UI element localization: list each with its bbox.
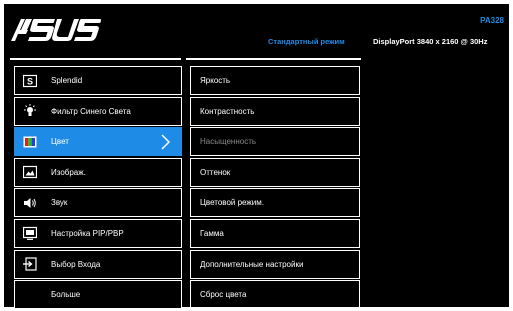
- submenu-item-saturation: Насыщенность: [190, 127, 360, 157]
- submenu-item-brightness[interactable]: Яркость: [190, 66, 360, 95]
- image-icon: [23, 165, 37, 179]
- submenu-item-color-temp[interactable]: Цветовой режим.: [190, 188, 360, 218]
- asus-logo: [11, 19, 101, 41]
- submenu-item-contrast[interactable]: Контрастность: [190, 96, 360, 126]
- menu-item-label: Цвет: [51, 137, 69, 147]
- submenu-item-label: Дополнительные настройки: [200, 259, 304, 269]
- menu-item-label: Splendid: [51, 76, 83, 85]
- speaker-icon: [23, 196, 37, 210]
- chevron-right-icon: [161, 134, 171, 150]
- submenu-item-reset-color[interactable]: Сброс цвета: [190, 280, 360, 310]
- submenu-item-label: Насыщенность: [200, 137, 257, 147]
- menu-item-more[interactable]: Больше: [14, 280, 182, 310]
- osd-frame: PA328 Стандартный режим DisplayPort 3840…: [4, 4, 509, 310]
- input-select-icon: [23, 257, 37, 271]
- submenu-item-gamma[interactable]: Гамма: [190, 218, 360, 248]
- menu-item-label: Звук: [51, 198, 68, 208]
- color-submenu: Яркость Контрастность Насыщенность Оттен…: [190, 66, 360, 311]
- svg-text:S: S: [27, 76, 33, 86]
- submenu-item-hue[interactable]: Оттенок: [190, 157, 360, 187]
- submenu-item-label: Цветовой режим.: [200, 198, 264, 208]
- submenu-item-advanced-settings[interactable]: Дополнительные настройки: [190, 249, 360, 279]
- current-mode: Стандартный режим: [268, 37, 345, 46]
- submenu-item-label: Гамма: [200, 228, 224, 238]
- menu-item-splendid[interactable]: S Splendid: [14, 66, 182, 95]
- menu-item-label: Выбор Входа: [51, 259, 101, 269]
- blue-light-filter-icon: [23, 104, 37, 118]
- submenu-item-label: Яркость: [200, 76, 231, 85]
- menu-item-color[interactable]: Цвет: [14, 127, 182, 157]
- menu-item-blue-light-filter[interactable]: Фильтр Синего Света: [14, 96, 182, 126]
- menu-item-label: Больше: [51, 290, 81, 300]
- monitor-osd: PA328 Стандартный режим DisplayPort 3840…: [0, 0, 513, 311]
- header-divider-left: [10, 58, 181, 60]
- connection-info: DisplayPort 3840 x 2160 @ 30Hz: [373, 37, 488, 46]
- menu-item-sound[interactable]: Звук: [14, 188, 182, 218]
- menu-item-pip-pbp[interactable]: Настройка PIP/PBP: [14, 218, 182, 248]
- menu-item-label: Изображ.: [51, 167, 86, 177]
- main-menu: S Splendid Фильтр Синего Света Цвет Изоб…: [14, 66, 182, 311]
- menu-item-label: Фильтр Синего Света: [51, 106, 131, 116]
- submenu-item-label: Сброс цвета: [200, 290, 247, 300]
- osd-header: PA328 Стандартный режим DisplayPort 3840…: [4, 4, 509, 56]
- menu-item-image[interactable]: Изображ.: [14, 157, 182, 187]
- submenu-item-label: Контрастность: [200, 106, 255, 116]
- model-name: PA328: [480, 16, 504, 25]
- header-divider-middle: [186, 58, 361, 60]
- color-icon: [23, 135, 37, 149]
- pip-icon: [23, 226, 37, 241]
- submenu-item-label: Оттенок: [200, 167, 231, 177]
- splendid-icon: S: [23, 74, 37, 88]
- menu-item-input-select[interactable]: Выбор Входа: [14, 249, 182, 279]
- menu-item-label: Настройка PIP/PBP: [51, 228, 124, 238]
